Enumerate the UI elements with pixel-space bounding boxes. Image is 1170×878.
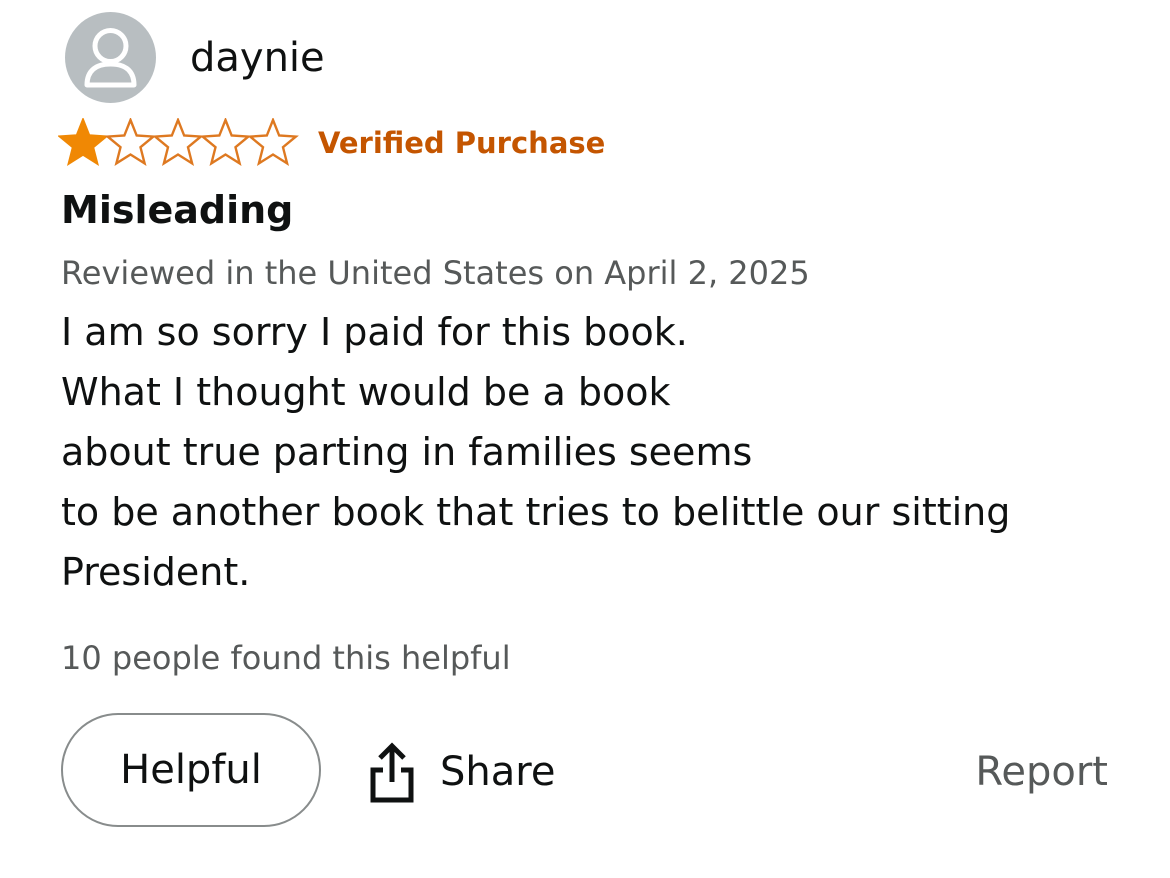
helpful-button[interactable]: Helpful (61, 713, 321, 827)
verified-purchase-badge: Verified Purchase (318, 126, 606, 160)
helpful-count: 10 people found this helpful (61, 639, 511, 677)
review-body-line: to be another book that tries to belittl… (61, 490, 1011, 534)
star-empty-icon (152, 118, 204, 167)
reviewer-name[interactable]: daynie (190, 32, 325, 84)
share-label: Share (440, 749, 556, 795)
review-title: Misleading (61, 188, 294, 232)
star-rating (58, 118, 302, 168)
report-link[interactable]: Report (975, 746, 1108, 798)
avatar (65, 12, 156, 103)
star-empty-icon (104, 118, 157, 167)
review-body-line: President. (61, 550, 251, 594)
share-upload-icon (370, 742, 414, 803)
star-empty-icon (199, 118, 252, 167)
review-body-line: I am so sorry I paid for this book. (61, 310, 688, 354)
star-empty-icon (247, 118, 299, 167)
star-filled-icon (58, 118, 109, 167)
review-date: Reviewed in the United States on April 2… (61, 254, 810, 292)
review-body: I am so sorry I paid for this book. What… (61, 302, 1010, 602)
review-body-line: What I thought would be a book (61, 370, 671, 414)
review-body-line: about true parting in families seems (61, 430, 753, 474)
person-silhouette-icon (84, 28, 137, 88)
share-button[interactable]: Share (368, 740, 555, 804)
